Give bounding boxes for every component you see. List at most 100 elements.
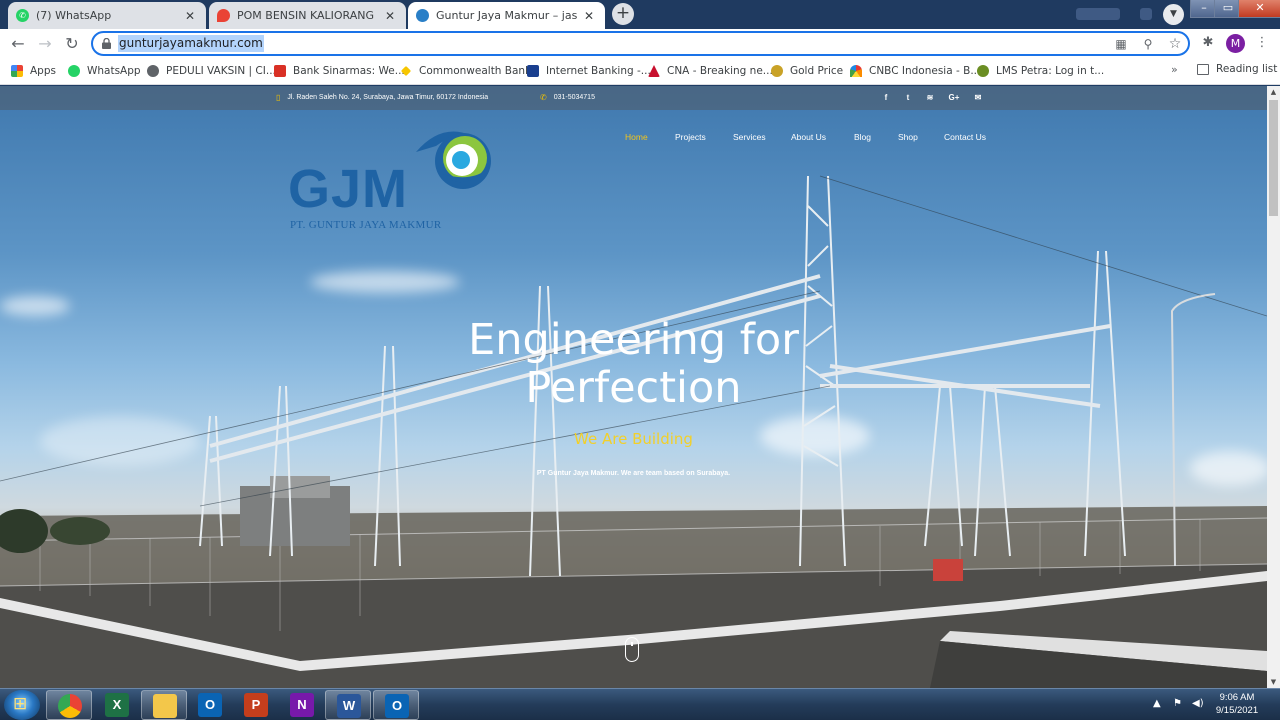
bookmark-whatsapp[interactable]: WhatsApp xyxy=(68,63,141,79)
extensions-icon[interactable]: ✱ xyxy=(1199,34,1217,52)
more-bookmarks-icon[interactable]: » xyxy=(1171,63,1178,76)
browser-toolbar: ← → ↻ gunturjayamakmur.com ▦ ⚲ ☆ ✱ M ⋮ xyxy=(0,29,1280,58)
hero-tagline: PT Guntur Jaya Makmur. We are team based… xyxy=(536,470,731,477)
tab-guntur-jaya-makmur[interactable]: Guntur Jaya Makmur – jasa kontr ✕ xyxy=(408,2,605,29)
logo-swoosh-icon xyxy=(416,131,491,189)
nav-projects[interactable]: Projects xyxy=(675,132,706,142)
bookmark-commonwealth[interactable]: Commonwealth Bank xyxy=(400,63,531,79)
close-tab-icon[interactable]: ✕ xyxy=(581,9,597,23)
nav-shop[interactable]: Shop xyxy=(898,132,918,142)
taskbar-outlook-2[interactable]: O xyxy=(373,690,419,720)
window-close-button[interactable]: ✕ xyxy=(1238,0,1280,18)
scroll-down-arrow-icon[interactable]: ▼ xyxy=(1267,676,1280,688)
folder-icon xyxy=(153,694,177,718)
install-app-icon[interactable]: ▦ xyxy=(1113,36,1129,52)
logo-subtitle: PT. GUNTUR JAYA MAKMUR xyxy=(290,219,442,231)
close-tab-icon[interactable]: ✕ xyxy=(182,9,198,23)
reading-list-label: Reading list xyxy=(1216,63,1278,75)
bookmark-apps[interactable]: Apps xyxy=(11,63,56,79)
phone-text: 031-5034715 xyxy=(553,94,595,101)
blurred-area xyxy=(1076,8,1120,20)
commonwealth-icon xyxy=(400,65,412,77)
bookmark-bank-sinarmas[interactable]: Bank Sinarmas: We... xyxy=(274,63,405,79)
address-text: Jl. Raden Saleh No. 24, Surabaya, Jawa T… xyxy=(287,94,489,101)
bookmark-label: WhatsApp xyxy=(87,65,141,77)
nav-services[interactable]: Services xyxy=(733,132,766,142)
google-maps-icon xyxy=(217,9,230,22)
tab-pom-bensin[interactable]: POM BENSIN KALIORANG - Goo ✕ xyxy=(209,2,406,29)
bookmark-cnbc[interactable]: CNBC Indonesia - B... xyxy=(850,63,980,79)
reload-icon[interactable]: ↻ xyxy=(62,34,82,54)
new-tab-button[interactable]: + xyxy=(612,3,634,25)
onenote-icon: N xyxy=(290,693,314,717)
show-hidden-icons[interactable]: ▲ xyxy=(1153,698,1161,709)
bookmark-label: LMS Petra: Log in t... xyxy=(996,65,1105,77)
taskbar-outlook[interactable]: O xyxy=(187,690,233,720)
nav-about-us[interactable]: About Us xyxy=(791,132,826,142)
nav-blog[interactable]: Blog xyxy=(854,132,871,142)
site-icon xyxy=(416,9,429,22)
bookmark-cna[interactable]: CNA - Breaking ne... xyxy=(648,63,773,79)
nav-contact-us[interactable]: Contact Us xyxy=(944,132,986,142)
hero-subtitle: We Are Building xyxy=(574,430,693,448)
address-bar[interactable]: gunturjayamakmur.com ▦ ⚲ ☆ xyxy=(91,31,1190,56)
bookmark-label: CNBC Indonesia - B... xyxy=(869,65,981,77)
bank-icon xyxy=(527,65,539,77)
tab-title: (7) WhatsApp xyxy=(36,9,112,22)
bookmark-lms-petra[interactable]: LMS Petra: Log in t... xyxy=(977,63,1104,79)
sinarmas-icon xyxy=(274,65,286,77)
tab-whatsapp[interactable]: ✆ (7) WhatsApp ✕ xyxy=(8,2,206,29)
bookmark-peduli-vaksin[interactable]: PEDULI VAKSIN | CI... xyxy=(147,63,276,79)
page-scrollbar[interactable]: ▲ ▼ xyxy=(1267,86,1280,688)
bookmark-label: PEDULI VAKSIN | CI... xyxy=(166,65,276,77)
menu-icon[interactable]: ⋮ xyxy=(1253,34,1271,52)
twitter-icon[interactable]: t xyxy=(902,92,914,104)
taskbar-excel[interactable]: X xyxy=(94,690,140,720)
taskbar-chrome[interactable] xyxy=(46,690,92,720)
bookmark-gold-price[interactable]: Gold Price xyxy=(771,63,843,79)
lock-icon xyxy=(102,38,111,49)
taskbar-word[interactable]: W xyxy=(325,690,371,720)
scrollbar-thumb[interactable] xyxy=(1269,100,1278,216)
back-icon[interactable]: ← xyxy=(8,34,28,54)
rss-icon[interactable]: ≋ xyxy=(924,92,936,104)
system-clock[interactable]: 9:06 AM 9/15/2021 xyxy=(1206,691,1268,717)
tab-search-icon[interactable]: ▼ xyxy=(1163,4,1184,25)
zoom-icon[interactable]: ⚲ xyxy=(1140,36,1156,52)
reading-list-icon xyxy=(1197,63,1209,75)
clock-date: 9/15/2021 xyxy=(1215,705,1259,716)
bookmarks-bar: Apps WhatsApp PEDULI VAKSIN | CI... Bank… xyxy=(0,58,1280,85)
volume-icon[interactable]: ◀) xyxy=(1192,698,1204,709)
email-icon[interactable]: ✉ xyxy=(972,92,984,104)
profile-avatar[interactable]: M xyxy=(1226,34,1245,53)
taskbar-powerpoint[interactable]: P xyxy=(233,690,279,720)
google-plus-icon[interactable]: G+ xyxy=(946,92,962,104)
close-tab-icon[interactable]: ✕ xyxy=(382,9,398,23)
logo-text: GJM xyxy=(288,159,409,219)
gold-icon xyxy=(771,65,783,77)
scroll-down-mouse-icon[interactable] xyxy=(625,637,639,662)
word-icon: W xyxy=(337,694,361,718)
taskbar-file-explorer[interactable] xyxy=(141,690,187,720)
scroll-up-arrow-icon[interactable]: ▲ xyxy=(1267,86,1280,98)
chrome-icon xyxy=(58,694,82,718)
url-text[interactable]: gunturjayamakmur.com xyxy=(118,35,264,52)
bookmark-internet-banking[interactable]: Internet Banking -... xyxy=(527,63,651,79)
address-info: ▯ Jl. Raden Saleh No. 24, Surabaya, Jawa… xyxy=(276,93,488,102)
start-button[interactable] xyxy=(4,690,40,720)
globe-icon xyxy=(147,65,159,77)
apps-grid-icon xyxy=(11,65,23,77)
site-top-bar: ▯ Jl. Raden Saleh No. 24, Surabaya, Jawa… xyxy=(0,86,1267,110)
facebook-icon[interactable]: f xyxy=(880,92,892,104)
taskbar-onenote[interactable]: N xyxy=(279,690,325,720)
tab-title: POM BENSIN KALIORANG - Goo xyxy=(237,9,378,22)
tab-strip: ✆ (7) WhatsApp ✕ POM BENSIN KALIORANG - … xyxy=(0,0,1280,29)
bookmark-star-icon[interactable]: ☆ xyxy=(1167,36,1183,52)
bookmark-label: Commonwealth Bank xyxy=(419,65,532,77)
network-icon[interactable]: ⚑ xyxy=(1173,698,1182,709)
outlook-icon: O xyxy=(385,694,409,718)
whatsapp-icon xyxy=(68,65,80,77)
forward-icon[interactable]: → xyxy=(35,34,55,54)
nav-home[interactable]: Home xyxy=(625,132,648,142)
reading-list-button[interactable]: Reading list xyxy=(1197,63,1277,75)
